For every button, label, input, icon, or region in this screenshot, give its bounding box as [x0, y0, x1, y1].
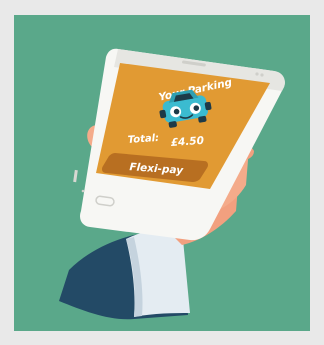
total-label: Total: [127, 133, 159, 146]
total-amount: £4.50 [170, 135, 204, 149]
phone-in-hand-illustration: Your Parking Total: £4.50 Flexi-pay [59, 48, 285, 320]
page-frame: Your Parking Total: £4.50 Flexi-pay [0, 0, 324, 345]
illustration-panel: Your Parking Total: £4.50 Flexi-pay [14, 15, 310, 331]
